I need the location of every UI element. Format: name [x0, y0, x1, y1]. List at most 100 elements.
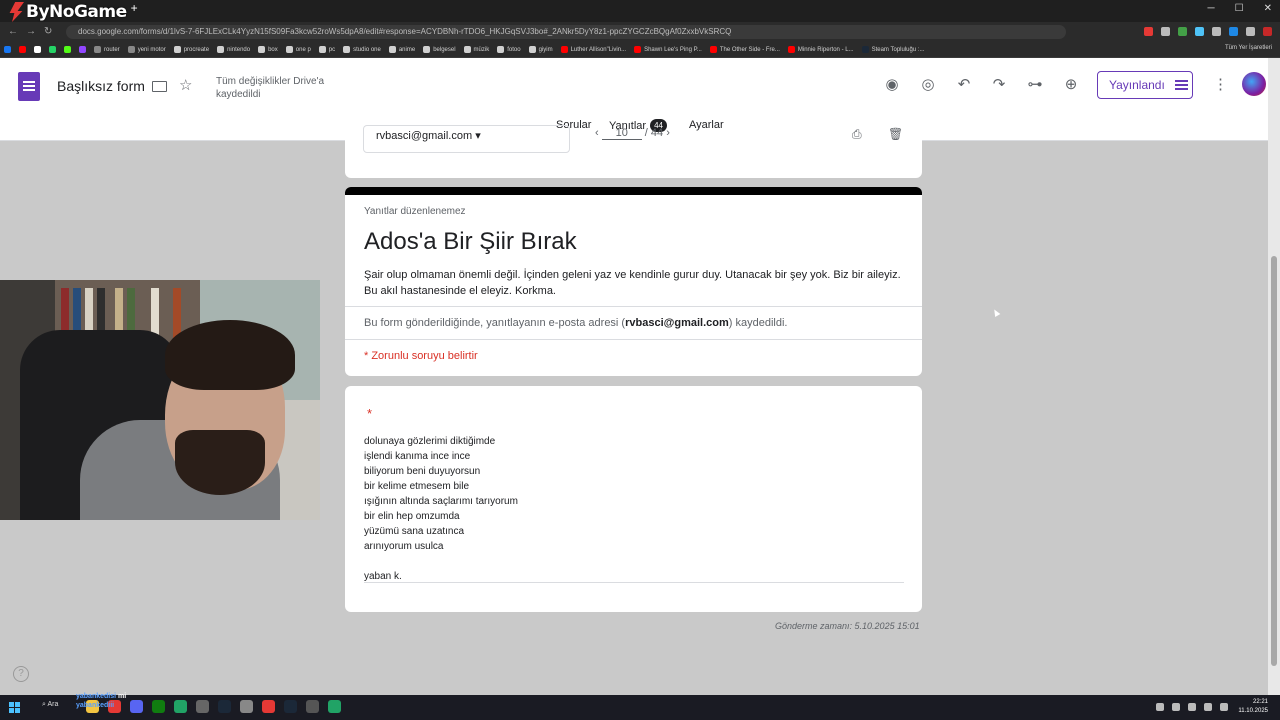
bookmark-icon[interactable] [4, 46, 11, 53]
windows-start-icon[interactable] [9, 702, 20, 713]
profile-icon[interactable] [1263, 27, 1272, 36]
bookmark-folder[interactable]: studio one [343, 46, 381, 53]
bookmark-folder[interactable]: pc [318, 46, 335, 53]
whatsapp-icon[interactable] [174, 700, 187, 713]
bookmarks-bar: router yeni motor procreate nintendo box… [0, 42, 1280, 58]
taskbar-search[interactable]: ⌕ Ara [42, 701, 58, 709]
google-forms-icon[interactable] [18, 72, 40, 101]
form-title-field[interactable]: Başlıksız form [57, 78, 145, 94]
reload-icon[interactable]: ↻ [44, 26, 52, 37]
xbox-icon[interactable] [152, 700, 165, 713]
tray-icon[interactable] [1172, 703, 1180, 711]
tab-settings[interactable]: Ayarlar [689, 119, 724, 131]
bookmark-folder[interactable]: procreate [173, 46, 209, 53]
forward-icon[interactable]: → [26, 26, 36, 37]
steam-icon[interactable] [284, 700, 297, 713]
response-index-input[interactable]: 10 [601, 127, 642, 140]
back-icon[interactable]: ← [8, 26, 18, 37]
bookmark-icon[interactable] [19, 46, 26, 53]
bookmark-item[interactable]: yeni motor [127, 46, 166, 53]
discord-icon[interactable] [130, 700, 143, 713]
undo-icon[interactable]: ↶ [955, 75, 973, 93]
next-response-icon[interactable]: › [666, 127, 670, 139]
extension-icon[interactable] [1144, 27, 1153, 36]
app-icon[interactable] [240, 700, 253, 713]
app-icon[interactable] [306, 700, 319, 713]
maximize-icon[interactable]: ☐ [1235, 3, 1244, 14]
bookmark-item[interactable]: The Other Side - Fre... [709, 46, 780, 53]
save-status: Tüm değişiklikler Drive'a kaydedildi [216, 76, 325, 100]
puzzle-icon[interactable] [1246, 27, 1255, 36]
bookmark-item[interactable]: Steam Topluluğu :... [861, 46, 925, 53]
bookmark-folder[interactable]: belgesel [423, 46, 456, 53]
url-field[interactable]: docs.google.com/forms/d/1lvS-7-6FJLExCLk… [66, 25, 1066, 39]
minimize-icon[interactable]: ─ [1208, 3, 1215, 14]
close-icon[interactable]: ✕ [1264, 3, 1272, 14]
app-icon[interactable] [196, 700, 209, 713]
extension-icons [1144, 27, 1272, 36]
folder-icon[interactable] [152, 81, 167, 92]
shield-icon[interactable] [1178, 27, 1187, 36]
all-bookmarks[interactable]: Tüm Yer İşaretleri [1225, 45, 1272, 51]
network-icon[interactable] [1204, 703, 1212, 711]
steam-icon[interactable] [218, 700, 231, 713]
link-icon[interactable]: ⊶ [1026, 75, 1044, 93]
eye-icon[interactable]: ◎ [919, 75, 937, 93]
stream-overlay-text: yabankedisi mi yabankediii [76, 692, 126, 710]
webcam-person-hair [165, 320, 295, 390]
bookmark-folder[interactable]: box [258, 46, 278, 53]
webcam-person-beard [175, 430, 265, 495]
bookmark-folder[interactable]: müzik [463, 46, 489, 53]
page-scrollbar[interactable] [1268, 58, 1280, 695]
taskbar-clock[interactable]: 22:21 11.10.2025 [1238, 698, 1268, 716]
answer-underline [364, 582, 904, 583]
extension-icon[interactable] [1195, 27, 1204, 36]
bookmark-folder[interactable]: anime [388, 46, 415, 53]
bookmark-item[interactable]: Minnie Riperton - L... [787, 46, 854, 53]
clock-time: 22:21 [1252, 699, 1268, 705]
whatsapp-icon[interactable] [328, 700, 341, 713]
delete-icon[interactable]: 🗑 [888, 127, 903, 141]
extension-icon[interactable] [1229, 27, 1238, 36]
bookmark-folder[interactable]: fotoo [497, 46, 521, 53]
bookmark-item[interactable]: Luther Allison"Livin... [560, 46, 626, 53]
not-editable-note: Yanıtlar düzenlenemez [364, 206, 466, 217]
bookmark-item[interactable]: Shawn Lee's Ping P... [634, 46, 702, 53]
answer-line: dolunaya gözlerimi diktiğimde [364, 436, 496, 447]
bookmark-folder[interactable]: giyim [528, 46, 553, 53]
bookmark-icon[interactable] [64, 46, 71, 53]
more-options-icon[interactable]: ⋮ [1213, 75, 1228, 93]
bookmark-item[interactable]: router [94, 46, 120, 53]
overlay-line: yabankediii [76, 702, 115, 709]
logo-text: ByNoGame [26, 2, 127, 22]
bynogame-logo: ByNoGame + [8, 0, 138, 24]
tray-icon[interactable] [1156, 703, 1164, 711]
mic-icon[interactable] [1188, 703, 1196, 711]
volume-icon[interactable] [1220, 703, 1228, 711]
scrollbar-thumb[interactable] [1271, 256, 1277, 666]
redo-icon[interactable]: ↷ [990, 75, 1008, 93]
bookmark-icon[interactable] [79, 46, 86, 53]
prev-response-icon[interactable]: ‹ [595, 127, 599, 139]
star-icon[interactable]: ☆ [179, 78, 192, 94]
app-icon[interactable] [262, 700, 275, 713]
bookmark-icon[interactable] [49, 46, 56, 53]
avatar[interactable] [1242, 72, 1266, 96]
extension-icon[interactable] [1161, 27, 1170, 36]
answer-card: * dolunaya gözlerimi diktiğimde işlendi … [345, 386, 922, 612]
search-label: Ara [47, 701, 59, 708]
publish-button[interactable]: Yayınlandı [1097, 71, 1193, 99]
add-collaborator-icon[interactable]: ⊕ [1062, 75, 1080, 93]
print-icon[interactable]: ⎙ [852, 127, 862, 142]
extension-icon[interactable] [1212, 27, 1221, 36]
bookmark-folder[interactable]: one p [285, 46, 311, 53]
required-marker: * [367, 406, 373, 421]
help-icon[interactable]: ? [13, 666, 29, 682]
bookmark-folder[interactable]: nintendo [217, 46, 250, 53]
respondent-select[interactable]: rvbasci@gmail.com ▾ [363, 125, 570, 153]
webcam-overlay [0, 280, 320, 520]
overlay-line: yabankedisi [76, 693, 117, 700]
bookmark-icon[interactable] [34, 46, 41, 53]
palette-icon[interactable]: ◉ [883, 75, 901, 93]
overlay-suffix: mi [118, 693, 127, 700]
